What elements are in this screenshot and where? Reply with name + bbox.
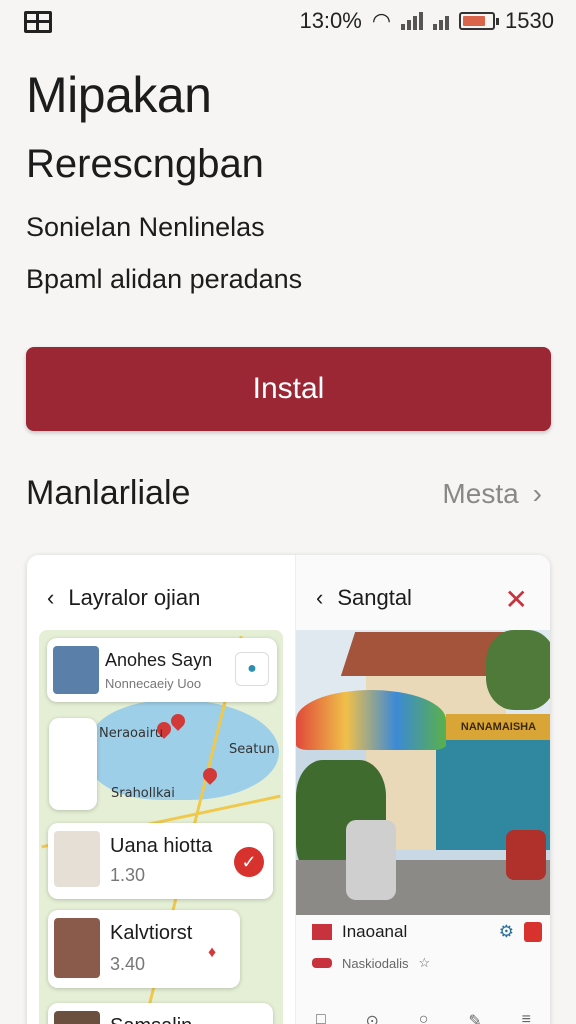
pin-icon: ☆ xyxy=(418,955,431,970)
map-pin-icon[interactable]: ♦ xyxy=(208,944,216,962)
place-card[interactable]: Uana hiotta 1.30 ✓ xyxy=(48,823,273,899)
app-developer: Sonielan Nenlinelas xyxy=(26,212,265,242)
phone-mini-card xyxy=(49,718,97,810)
photo-roof xyxy=(340,632,506,676)
menu-icon[interactable]: ≡ xyxy=(522,1011,531,1024)
status-bar: 13:0% ◠ 1530 xyxy=(0,0,576,44)
square-icon[interactable]: □ xyxy=(316,1011,326,1024)
place-thumbnail xyxy=(53,646,99,694)
close-icon[interactable]: ✕ xyxy=(505,583,528,616)
place-meta: 1.30 xyxy=(110,865,146,885)
install-button[interactable]: Instal xyxy=(26,347,551,431)
info-row: Inaoanal ⚙ xyxy=(312,922,542,942)
info-row-2: Naskiodalis ☆ xyxy=(312,955,430,971)
map-label: Srahollkai xyxy=(111,786,175,801)
back-icon[interactable]: ‹ xyxy=(316,585,323,611)
app-subtitle: Rerescngban xyxy=(26,142,264,186)
signal-icon xyxy=(401,12,424,30)
photo-scooter xyxy=(346,820,396,900)
app-category: Bpaml alidan peradans xyxy=(26,264,303,294)
status-time: 1530 xyxy=(505,8,554,33)
location-icon[interactable]: ⊙ xyxy=(366,1011,379,1024)
photo-tree xyxy=(486,630,550,710)
place-title: Kalvtiorst xyxy=(110,922,193,944)
back-icon[interactable]: ‹ xyxy=(47,585,54,611)
place-thumbnail xyxy=(54,831,100,887)
right-panel-header: ‹ Sangtal xyxy=(316,585,412,611)
top-card-title: Anohes Sayn xyxy=(105,650,213,670)
info-row-2-label: Naskiodalis xyxy=(342,955,409,971)
car-icon xyxy=(312,958,332,968)
place-thumbnail xyxy=(54,918,100,978)
more-link[interactable]: Mesta › xyxy=(442,478,542,510)
place-title: Uana hiotta xyxy=(110,835,213,857)
place-card[interactable]: Samsalin xyxy=(48,1003,273,1024)
app-title: Mipakan xyxy=(26,67,212,123)
bottom-toolbar: □ ⊙ ○ ✎ ≡ xyxy=(296,1011,550,1024)
shop-sign-text: NANAMAISHA xyxy=(460,721,537,733)
check-icon[interactable]: ✓ xyxy=(234,847,264,877)
place-thumbnail xyxy=(54,1011,100,1024)
place-card[interactable]: Kalvtiorst 3.40 ♦ xyxy=(48,910,240,988)
left-panel-title: Layralor ojian xyxy=(68,585,201,610)
shop-sign: NANAMAISHA xyxy=(446,714,550,740)
place-title: Samsalin xyxy=(110,1015,192,1024)
status-percent: 13:0% xyxy=(299,8,362,33)
photo-umbrella xyxy=(296,690,446,750)
section-title: Manlarliale xyxy=(26,474,191,512)
battery-icon xyxy=(459,12,500,30)
preview-panel-left: ‹ Layralor ojian Neraoairu Seatun Srahol… xyxy=(27,555,295,1024)
map-label: Seatun xyxy=(229,742,275,757)
screenshot-preview[interactable]: ‹ Layralor ojian Neraoairu Seatun Srahol… xyxy=(27,555,550,1024)
more-label: Mesta xyxy=(442,478,519,509)
search-icon[interactable]: ○ xyxy=(419,1011,429,1024)
chevron-right-icon: › xyxy=(532,478,542,509)
left-panel-header: ‹ Layralor ojian xyxy=(47,585,200,611)
photo-scooter-2 xyxy=(506,830,546,880)
preview-panel-right: ‹ Sangtal ✕ NANAMAISHA Inaoanal ⚙ Naskio… xyxy=(295,555,550,1024)
top-place-card[interactable]: Anohes Sayn Nonnecaeiy Uoo ● xyxy=(47,638,277,702)
signal-icon-2 xyxy=(433,12,450,30)
bookmark-icon[interactable] xyxy=(524,922,542,942)
info-row-label: Inaoanal xyxy=(342,922,408,941)
map-label: Neraoairu xyxy=(99,726,164,741)
share-icon[interactable]: ⚙ xyxy=(499,922,514,942)
place-meta: 3.40 xyxy=(110,954,146,974)
top-card-subtitle: Nonnecaeiy Uoo xyxy=(105,676,202,691)
street-photo[interactable]: NANAMAISHA xyxy=(296,630,550,915)
wifi-icon: ◠ xyxy=(371,8,392,33)
edit-icon[interactable]: ✎ xyxy=(468,1011,481,1024)
flag-icon xyxy=(312,924,332,940)
location-icon[interactable]: ● xyxy=(235,652,269,686)
right-panel-title: Sangtal xyxy=(337,585,412,610)
grid-icon xyxy=(24,11,52,33)
status-right: 13:0% ◠ 1530 xyxy=(299,8,554,34)
